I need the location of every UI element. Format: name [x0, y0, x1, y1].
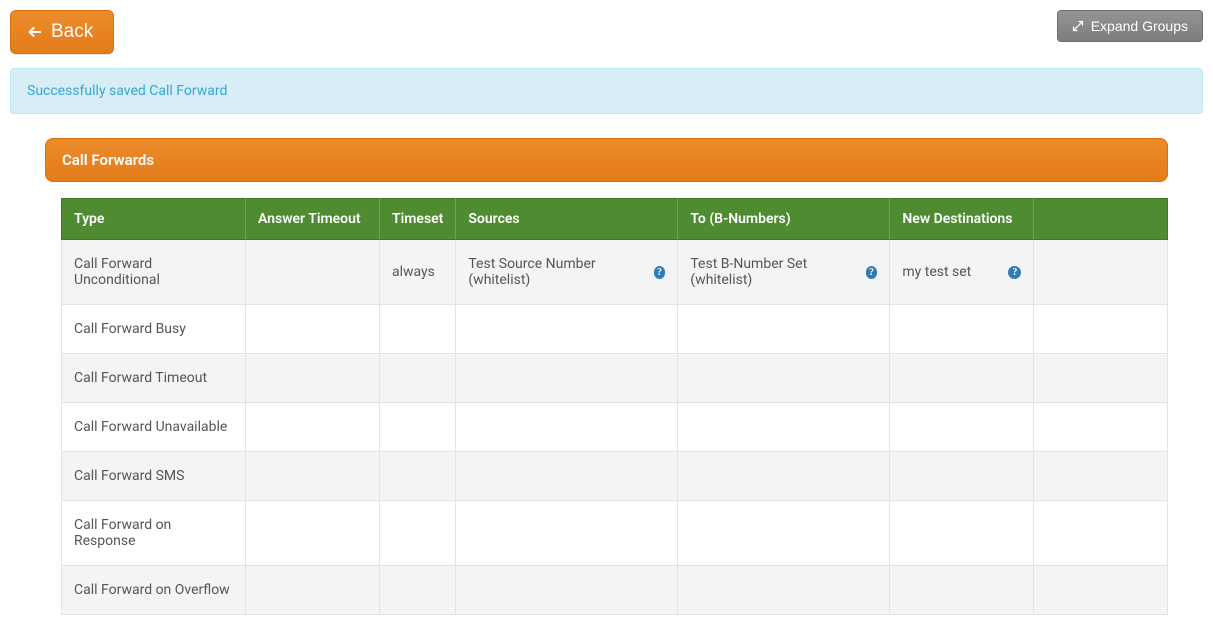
cell-type: Call Forward Busy [62, 305, 246, 354]
cell-answer-timeout [246, 354, 380, 403]
cell-type: Call Forward Unavailable [62, 403, 246, 452]
cell-new-destinations [890, 452, 1034, 501]
cell-timeset [380, 501, 456, 566]
cell-timeset [380, 566, 456, 615]
table-row[interactable]: Call Forward Unavailable [62, 403, 1168, 452]
table-row[interactable]: Call Forward UnconditionalalwaysTest Sou… [62, 240, 1168, 305]
cell-actions [1034, 566, 1168, 615]
table-row[interactable]: Call Forward on Response [62, 501, 1168, 566]
cell-sources [456, 403, 678, 452]
back-button[interactable]: Back [10, 10, 114, 54]
cell-new-destinations: my test set? [890, 240, 1034, 305]
cell-answer-timeout [246, 452, 380, 501]
cell-actions [1034, 501, 1168, 566]
cell-type: Call Forward on Overflow [62, 566, 246, 615]
success-alert-message: Successfully saved Call Forward [27, 83, 227, 99]
info-icon[interactable]: ? [866, 266, 878, 279]
cell-new-destinations [890, 566, 1034, 615]
cell-to [678, 566, 890, 615]
cell-new-destinations [890, 354, 1034, 403]
cell-type: Call Forward Unconditional [62, 240, 246, 305]
table-row[interactable]: Call Forward SMS [62, 452, 1168, 501]
cell-timeset [380, 354, 456, 403]
cell-sources [456, 566, 678, 615]
th-new-destinations: New Destinations [890, 199, 1034, 240]
cell-sources: Test Source Number (whitelist)? [456, 240, 678, 305]
table-row[interactable]: Call Forward on Overflow [62, 566, 1168, 615]
th-type: Type [62, 199, 246, 240]
cell-to [678, 501, 890, 566]
cell-sources [456, 501, 678, 566]
expand-groups-button[interactable]: Expand Groups [1057, 10, 1203, 42]
table-row[interactable]: Call Forward Busy [62, 305, 1168, 354]
cell-sources [456, 305, 678, 354]
call-forwards-panel: Call Forwards Type Answer Timeout Timese… [45, 138, 1168, 615]
expand-groups-label: Expand Groups [1091, 18, 1188, 34]
cell-to [678, 452, 890, 501]
cell-answer-timeout [246, 501, 380, 566]
cell-answer-timeout [246, 403, 380, 452]
cell-type: Call Forward Timeout [62, 354, 246, 403]
cell-new-destinations [890, 403, 1034, 452]
cell-type: Call Forward SMS [62, 452, 246, 501]
back-button-label: Back [51, 21, 93, 43]
cell-sources [456, 354, 678, 403]
cell-actions [1034, 403, 1168, 452]
arrow-left-icon [27, 24, 43, 40]
cell-new-destinations [890, 305, 1034, 354]
th-sources: Sources [456, 199, 678, 240]
cell-answer-timeout [246, 240, 380, 305]
cell-actions [1034, 240, 1168, 305]
cell-to [678, 305, 890, 354]
cell-actions [1034, 452, 1168, 501]
cell-timeset [380, 452, 456, 501]
cell-dest-text: my test set [902, 264, 971, 280]
panel-title: Call Forwards [45, 138, 1168, 182]
cell-to [678, 354, 890, 403]
cell-timeset [380, 403, 456, 452]
cell-to [678, 403, 890, 452]
cell-sources-text: Test Source Number (whitelist) [468, 256, 643, 288]
cell-timeset: always [380, 240, 456, 305]
cell-new-destinations [890, 501, 1034, 566]
th-timeset: Timeset [380, 199, 456, 240]
th-actions [1034, 199, 1168, 240]
cell-answer-timeout [246, 305, 380, 354]
cell-to: Test B-Number Set (whitelist)? [678, 240, 890, 305]
table-row[interactable]: Call Forward Timeout [62, 354, 1168, 403]
info-icon[interactable]: ? [654, 266, 666, 279]
cell-timeset [380, 305, 456, 354]
cell-actions [1034, 305, 1168, 354]
cell-sources [456, 452, 678, 501]
success-alert: Successfully saved Call Forward [10, 68, 1203, 114]
expand-icon [1072, 20, 1084, 32]
cell-type: Call Forward on Response [62, 501, 246, 566]
cell-answer-timeout [246, 566, 380, 615]
cell-actions [1034, 354, 1168, 403]
th-to: To (B-Numbers) [678, 199, 890, 240]
th-answer-timeout: Answer Timeout [246, 199, 380, 240]
info-icon[interactable]: ? [1008, 266, 1021, 279]
cell-to-text: Test B-Number Set (whitelist) [690, 256, 855, 288]
call-forwards-table: Type Answer Timeout Timeset Sources To (… [61, 198, 1168, 615]
